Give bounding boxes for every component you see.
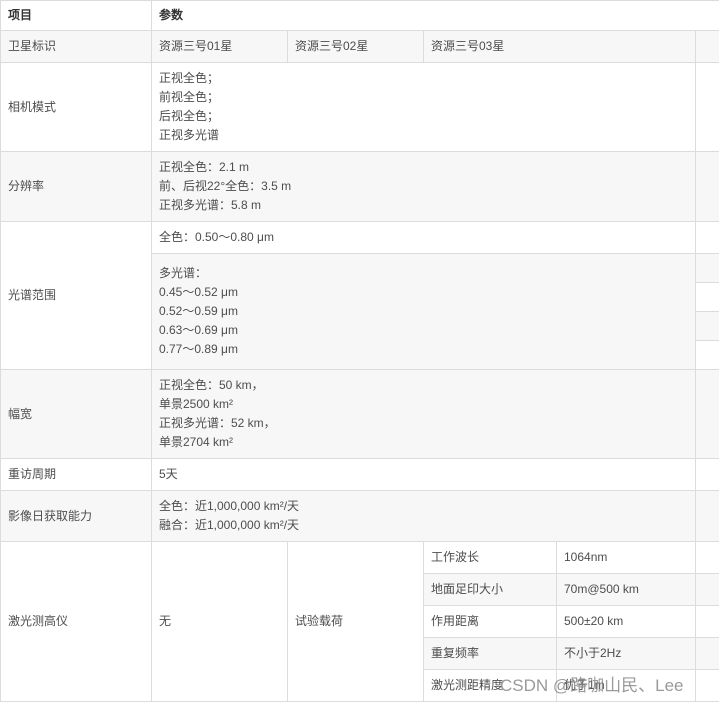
camera-modes: 正视全色； 前视全色； 后视全色； 正视多光谱 (152, 63, 696, 152)
empty-cell (696, 31, 719, 63)
laser-param-name: 地面足印大小 (424, 574, 557, 606)
empty-cell (696, 341, 719, 370)
empty-cell (696, 254, 719, 283)
empty-cell (696, 638, 719, 670)
line: 正视多光谱：5.8 m (159, 198, 262, 212)
laser-sat01: 无 (152, 542, 288, 702)
line: 正视多光谱 (159, 128, 220, 142)
laser-label: 激光测高仪 (0, 542, 152, 702)
laser-param-name: 激光测距精度 (424, 670, 557, 702)
spectral-label: 光谱范围 (0, 222, 152, 370)
line: 前视全色； (159, 90, 220, 104)
resolution-label: 分辨率 (0, 152, 152, 222)
spectral-ms: 多光谱： 0.45～0.52 μm 0.52～0.59 μm 0.63～0.69… (152, 254, 696, 370)
laser-param-name: 工作波长 (424, 542, 557, 574)
daily-label: 影像日获取能力 (0, 491, 152, 542)
line: 正视全色：50 km， (159, 378, 264, 392)
laser-param-value: 70m@500 km (557, 574, 696, 606)
line: 单景2500 km² (159, 397, 234, 411)
laser-param-value: 500±20 km (557, 606, 696, 638)
line: 正视全色； (159, 71, 220, 85)
empty-cell (696, 606, 719, 638)
empty-cell (696, 670, 719, 702)
empty-cell (696, 152, 719, 222)
spectral-pan: 全色：0.50～0.80 μm (152, 222, 696, 254)
revisit-value: 5天 (152, 459, 696, 491)
empty-cell (696, 283, 719, 312)
line: 单景2704 km² (159, 435, 234, 449)
line: 融合：近1,000,000 km²/天 (159, 518, 300, 532)
header-item: 项目 (0, 0, 152, 31)
satellite-label: 卫星标识 (0, 31, 152, 63)
laser-param-value: 不小于2Hz (557, 638, 696, 670)
empty-cell (696, 222, 719, 254)
empty-cell (696, 574, 719, 606)
empty-cell (696, 312, 719, 341)
laser-param-value: 1064nm (557, 542, 696, 574)
revisit-label: 重访周期 (0, 459, 152, 491)
line: 0.77～0.89 μm (159, 342, 238, 356)
empty-cell (696, 370, 719, 459)
laser-param-value: 优于1m (557, 670, 696, 702)
swath-values: 正视全色：50 km， 单景2500 km² 正视多光谱：52 km， 单景27… (152, 370, 696, 459)
empty-cell (696, 63, 719, 152)
camera-label: 相机模式 (0, 63, 152, 152)
empty-cell (696, 459, 719, 491)
line: 0.52～0.59 μm (159, 304, 238, 318)
resolution-values: 正视全色：2.1 m 前、后视22°全色：3.5 m 正视多光谱：5.8 m (152, 152, 696, 222)
empty-cell (696, 491, 719, 542)
satellite-03: 资源三号03星 (424, 31, 696, 63)
line: 正视多光谱：52 km， (159, 416, 276, 430)
line: 后视全色； (159, 109, 220, 123)
line: 正视全色：2.1 m (159, 160, 250, 174)
laser-sat02: 试验载荷 (288, 542, 424, 702)
daily-values: 全色：近1,000,000 km²/天 融合：近1,000,000 km²/天 (152, 491, 696, 542)
header-params: 参数 (152, 0, 719, 31)
line: 0.45～0.52 μm (159, 285, 238, 299)
laser-param-name: 重复频率 (424, 638, 557, 670)
line: 前、后视22°全色：3.5 m (159, 179, 292, 193)
line: 0.63～0.69 μm (159, 323, 238, 337)
line: 全色：近1,000,000 km²/天 (159, 499, 300, 513)
line: 多光谱： (159, 266, 208, 280)
laser-param-name: 作用距离 (424, 606, 557, 638)
satellite-01: 资源三号01星 (152, 31, 288, 63)
empty-cell (696, 542, 719, 574)
swath-label: 幅宽 (0, 370, 152, 459)
satellite-02: 资源三号02星 (288, 31, 424, 63)
